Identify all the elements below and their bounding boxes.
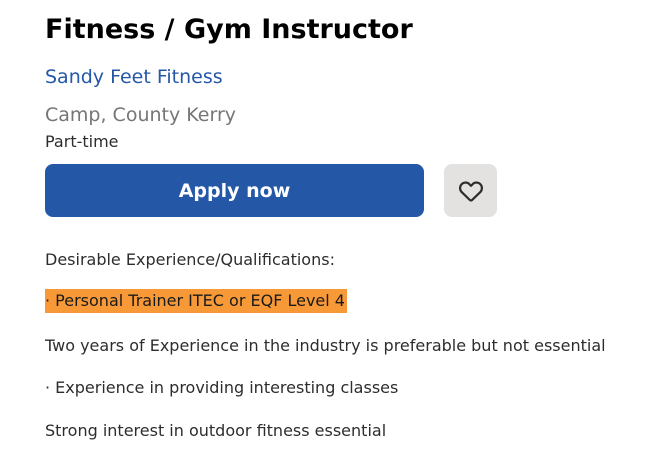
qualifications-heading: Desirable Experience/Qualifications: bbox=[45, 250, 335, 269]
job-title: Fitness / Gym Instructor bbox=[45, 14, 413, 45]
heart-outline-icon bbox=[458, 179, 484, 203]
search-highlight: · Personal Trainer ITEC or EQF Level 4 bbox=[45, 289, 347, 313]
description-line-outdoor: Strong interest in outdoor fitness essen… bbox=[45, 421, 387, 440]
apply-now-button[interactable]: Apply now bbox=[45, 164, 424, 217]
description-line-classes: · Experience in providing interesting cl… bbox=[45, 378, 399, 397]
description-line-experience: Two years of Experience in the industry … bbox=[45, 336, 606, 355]
save-job-button[interactable] bbox=[444, 164, 497, 217]
qualification-item-highlighted: · Personal Trainer ITEC or EQF Level 4 bbox=[45, 289, 347, 313]
job-location: Camp, County Kerry bbox=[45, 104, 237, 126]
company-link[interactable]: Sandy Feet Fitness bbox=[45, 66, 223, 88]
job-type: Part-time bbox=[45, 132, 119, 151]
